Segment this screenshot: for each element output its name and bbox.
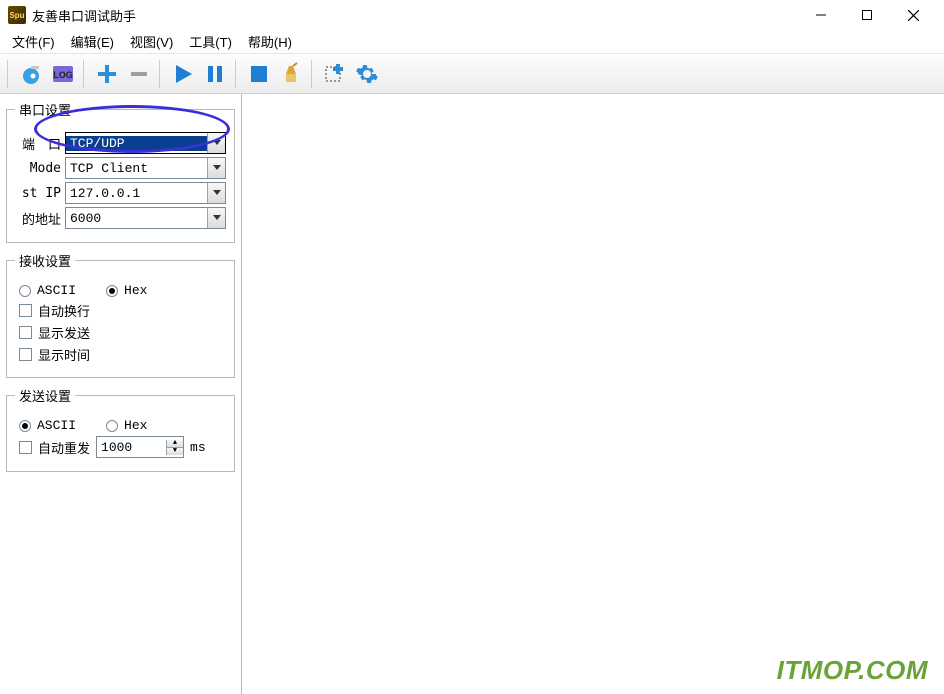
minimize-button[interactable] <box>798 0 844 30</box>
title-bar: Spu 友善串口调试助手 <box>0 0 944 30</box>
chevron-down-icon <box>207 158 225 178</box>
mode-value: TCP Client <box>66 161 207 176</box>
addr-label: 的地址 <box>15 209 61 228</box>
toolbar-sep <box>159 60 163 88</box>
stop-button[interactable] <box>244 59 274 89</box>
serial-settings-group: 串口设置 端 口 TCP/UDP Mode TCP Client st IP 1… <box>6 100 235 243</box>
send-legend: 发送设置 <box>15 386 75 405</box>
toolbar: LOG <box>0 54 944 94</box>
connect-button[interactable] <box>16 59 46 89</box>
interval-unit: ms <box>190 440 206 455</box>
send-settings-group: 发送设置 ASCII Hex 自动重发 1000 ▲▼ ms <box>6 386 235 472</box>
app-icon: Spu <box>8 6 26 24</box>
add-button[interactable] <box>92 59 122 89</box>
close-button[interactable] <box>890 0 936 30</box>
clear-button[interactable] <box>276 59 306 89</box>
pause-button[interactable] <box>200 59 230 89</box>
maximize-button[interactable] <box>844 0 890 30</box>
play-button[interactable] <box>168 59 198 89</box>
ip-value: 127.0.0.1 <box>66 186 207 201</box>
mode-label: Mode <box>15 161 61 176</box>
chevron-down-icon <box>207 208 225 228</box>
menu-bar: 文件(F) 编辑(E) 视图(V) 工具(T) 帮助(H) <box>0 30 944 54</box>
mode-combo[interactable]: TCP Client <box>65 157 226 179</box>
toolbar-sep <box>311 60 315 88</box>
recv-ascii-radio[interactable]: ASCII <box>19 283 76 298</box>
watermark: ITMOP.COM <box>777 655 928 686</box>
chevron-down-icon <box>207 183 225 203</box>
menu-file[interactable]: 文件(F) <box>4 30 63 53</box>
ip-label: st IP <box>15 186 61 201</box>
ip-combo[interactable]: 127.0.0.1 <box>65 182 226 204</box>
addr-combo[interactable]: 6000 <box>65 207 226 229</box>
toolbar-sep <box>7 60 11 88</box>
send-ascii-radio[interactable]: ASCII <box>19 418 76 433</box>
window-title: 友善串口调试助手 <box>32 6 136 25</box>
autoresend-checkbox[interactable]: 自动重发 <box>19 438 90 457</box>
toolbar-sep <box>235 60 239 88</box>
menu-view[interactable]: 视图(V) <box>122 30 181 53</box>
svg-text:LOG: LOG <box>53 70 73 80</box>
serial-legend: 串口设置 <box>15 100 75 119</box>
new-window-button[interactable] <box>320 59 350 89</box>
menu-edit[interactable]: 编辑(E) <box>63 30 122 53</box>
send-hex-radio[interactable]: Hex <box>106 418 147 433</box>
addr-value: 6000 <box>66 211 207 226</box>
interval-spinner[interactable]: 1000 ▲▼ <box>96 436 184 458</box>
settings-panel: 串口设置 端 口 TCP/UDP Mode TCP Client st IP 1… <box>0 94 242 694</box>
showtime-checkbox[interactable]: 显示时间 <box>19 345 90 364</box>
menu-tools[interactable]: 工具(T) <box>181 30 240 53</box>
interval-value: 1000 <box>97 440 166 455</box>
settings-button[interactable] <box>352 59 382 89</box>
autowrap-checkbox[interactable]: 自动换行 <box>19 301 90 320</box>
showsend-checkbox[interactable]: 显示发送 <box>19 323 90 342</box>
port-label: 端 口 <box>15 134 61 153</box>
output-area[interactable] <box>242 94 944 694</box>
chevron-down-icon <box>207 133 225 153</box>
port-combo[interactable]: TCP/UDP <box>65 132 226 154</box>
remove-button[interactable] <box>124 59 154 89</box>
chevron-down-icon: ▼ <box>166 448 183 455</box>
log-button[interactable]: LOG <box>48 59 78 89</box>
recv-hex-radio[interactable]: Hex <box>106 283 147 298</box>
port-value: TCP/UDP <box>66 136 207 151</box>
recv-legend: 接收设置 <box>15 251 75 270</box>
toolbar-sep <box>83 60 87 88</box>
menu-help[interactable]: 帮助(H) <box>240 30 300 53</box>
recv-settings-group: 接收设置 ASCII Hex 自动换行 显示发送 显示时间 <box>6 251 235 378</box>
